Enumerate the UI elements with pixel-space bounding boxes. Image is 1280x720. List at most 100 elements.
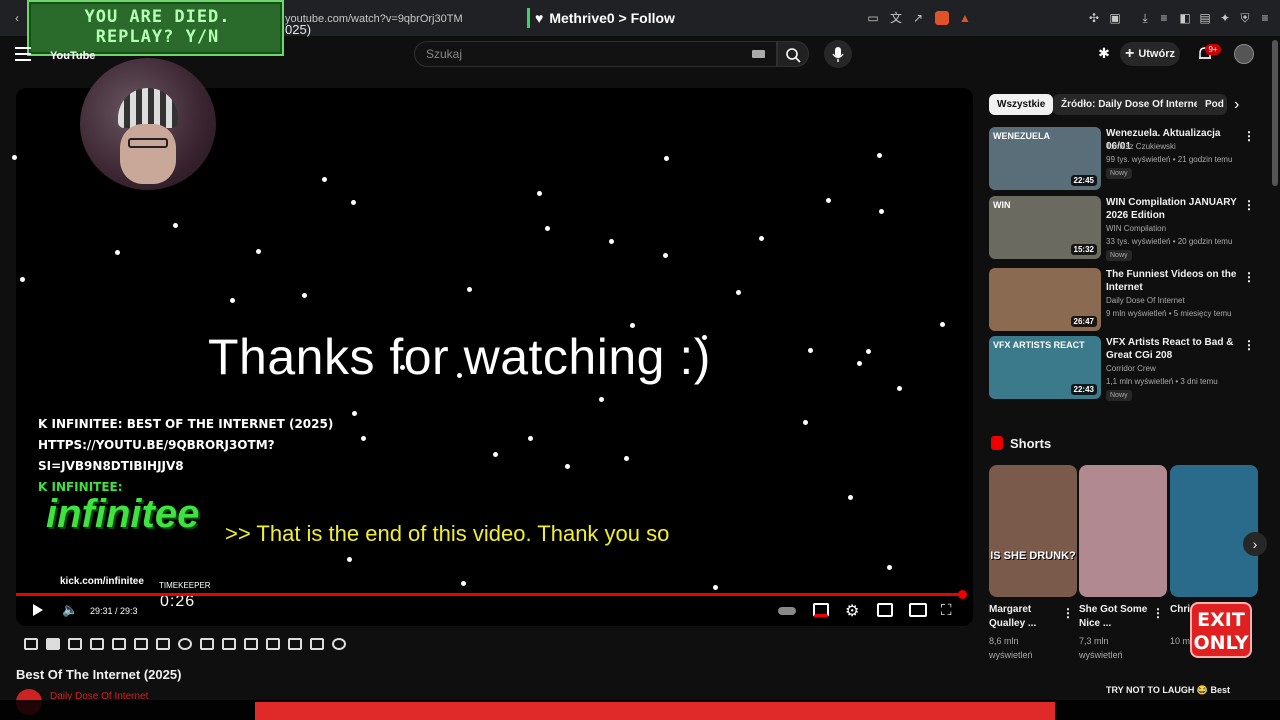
short-title[interactable]: Margaret Qualley ... bbox=[989, 603, 1059, 631]
translate-icon[interactable]: 文 bbox=[889, 11, 903, 25]
video-title[interactable]: VFX Artists React to Bad & Great CGi 208 bbox=[1106, 336, 1246, 362]
chip-all[interactable]: Wszystkie bbox=[989, 94, 1054, 115]
create-label: Utwórz bbox=[1138, 48, 1175, 60]
chevron-right-icon[interactable]: › bbox=[1234, 96, 1239, 114]
ext-settings-icon[interactable] bbox=[332, 638, 346, 650]
follow-banner[interactable]: ♥ Methrive0 > Follow bbox=[527, 8, 675, 28]
shorts-next-icon[interactable]: › bbox=[1243, 532, 1267, 556]
mirror-icon[interactable] bbox=[266, 638, 280, 650]
snowflake bbox=[940, 322, 945, 327]
search-icon bbox=[786, 48, 801, 63]
video-stats: 33 tys. wyświetleń • 20 godzin temu bbox=[1106, 237, 1233, 246]
channel-name[interactable]: Corridor Crew bbox=[1106, 364, 1156, 373]
snowflake bbox=[528, 436, 533, 441]
search-button[interactable] bbox=[777, 41, 809, 67]
subtitles-icon[interactable] bbox=[813, 603, 829, 617]
channel-name[interactable]: Daily Dose Of Internet bbox=[1106, 296, 1185, 305]
more-vert-icon[interactable]: ⋮ bbox=[1243, 198, 1255, 212]
film-icon[interactable] bbox=[90, 638, 104, 650]
screen-icon[interactable]: ▭ bbox=[866, 11, 880, 25]
stop-icon[interactable] bbox=[46, 638, 60, 650]
progress-fill bbox=[16, 593, 960, 596]
screenshot-icon[interactable] bbox=[288, 638, 302, 650]
shorts-section-title: Shorts bbox=[1010, 436, 1052, 451]
channel-name[interactable]: WIN Compilation bbox=[1106, 224, 1166, 233]
menu-icon[interactable]: ≡ bbox=[1258, 11, 1272, 25]
ai-icon[interactable]: ✦ bbox=[1218, 11, 1232, 25]
bottom-rec-title[interactable]: TRY NOT TO LAUGH 😂 Best bbox=[1106, 685, 1230, 696]
account-avatar[interactable] bbox=[1234, 44, 1254, 64]
video-thumbnail[interactable]: WIN 15:32 bbox=[989, 196, 1101, 259]
youtube-logo[interactable]: YouTube bbox=[50, 50, 95, 62]
snowflake bbox=[663, 253, 668, 258]
progress-bar[interactable] bbox=[16, 593, 962, 596]
share-icon[interactable]: ↗ bbox=[911, 11, 925, 25]
guide-menu-icon[interactable] bbox=[15, 47, 31, 61]
bookmarks-icon[interactable]: ≡ bbox=[1157, 11, 1171, 25]
video-thumbnail[interactable]: 26:47 bbox=[989, 268, 1101, 331]
voice-search-button[interactable] bbox=[824, 40, 852, 68]
more-vert-icon[interactable]: ⋮ bbox=[1062, 606, 1074, 620]
leo-icon[interactable]: ▤ bbox=[1198, 11, 1212, 25]
brave-shield-icon[interactable] bbox=[935, 11, 949, 25]
filter-icon[interactable] bbox=[156, 638, 170, 650]
create-button[interactable]: + Utwórz bbox=[1120, 42, 1180, 66]
video-title[interactable]: The Funniest Videos on the Internet bbox=[1106, 268, 1246, 294]
crop-icon[interactable] bbox=[134, 638, 148, 650]
popup-icon[interactable] bbox=[68, 638, 82, 650]
recommendation-item[interactable]: WIN 15:32 WIN Compilation JANUARY 2026 Edi… bbox=[989, 196, 1257, 261]
more-vert-icon[interactable]: ⋮ bbox=[1243, 338, 1255, 352]
play-button[interactable] bbox=[33, 604, 43, 616]
notifications-count: 9+ bbox=[1205, 44, 1221, 55]
speed-2-icon[interactable] bbox=[200, 638, 214, 650]
more-vert-icon[interactable]: ⋮ bbox=[1243, 270, 1255, 284]
extensions-icon[interactable]: ✣ bbox=[1087, 11, 1101, 25]
settings-icon[interactable]: ⚙ bbox=[845, 601, 859, 621]
more-vert-icon[interactable]: ⋮ bbox=[1152, 606, 1164, 620]
chip-partial[interactable]: Pod bbox=[1197, 94, 1227, 115]
brave-rewards-icon[interactable]: ▲ bbox=[958, 11, 972, 25]
keyboard-icon[interactable] bbox=[752, 50, 765, 58]
resize-icon[interactable] bbox=[222, 638, 236, 650]
more-vert-icon[interactable]: ⋮ bbox=[1243, 129, 1255, 143]
theater-mode-icon[interactable] bbox=[909, 603, 927, 617]
back-icon[interactable]: ‹ bbox=[10, 11, 24, 25]
keyboard-shortcut-icon[interactable] bbox=[310, 638, 324, 650]
cast-icon[interactable]: ✱ bbox=[1097, 46, 1111, 60]
overlay-url-line-1: HTTPS://YOUTU.BE/9QBRORJ3OTM? bbox=[38, 438, 275, 452]
video-thumbnail[interactable]: WENEZUELA 22:45 bbox=[989, 127, 1101, 190]
short-thumbnail[interactable] bbox=[1079, 465, 1167, 597]
end-screen-text: Thanks for watching :) bbox=[208, 329, 711, 385]
fullscreen-icon[interactable]: ⛶ bbox=[941, 602, 952, 619]
split-icon[interactable] bbox=[244, 638, 258, 650]
recommendation-item[interactable]: WENEZUELA 22:45 Wenezuela. Aktualizacja 06… bbox=[989, 127, 1257, 191]
recommendation-item[interactable]: 26:47 The Funniest Videos on the Internet… bbox=[989, 268, 1257, 332]
short-title[interactable]: She Got Some Nice ... bbox=[1079, 603, 1149, 631]
loop-icon[interactable] bbox=[24, 638, 38, 650]
chip-source[interactable]: Źródło: Daily Dose Of Internet bbox=[1053, 94, 1211, 115]
volume-icon[interactable]: 🔈 bbox=[62, 603, 78, 617]
short-thumbnail[interactable]: IS SHE DRUNK? bbox=[989, 465, 1077, 597]
caption-text: >> That is the end of this video. Thank … bbox=[225, 521, 670, 546]
kick-url: kick.com/infinitee bbox=[60, 576, 144, 587]
channel-name[interactable]: Tomasz Czukiewski bbox=[1106, 142, 1176, 151]
short-thumbnail[interactable] bbox=[1170, 465, 1258, 597]
wallet-icon[interactable]: ▣ bbox=[1108, 11, 1122, 25]
vpn-icon[interactable]: ⛨ bbox=[1238, 11, 1252, 25]
frame-icon[interactable] bbox=[112, 638, 126, 650]
shorts-icon bbox=[991, 436, 1003, 450]
video-title[interactable]: WIN Compilation JANUARY 2026 Edition bbox=[1106, 196, 1246, 222]
recommendation-item[interactable]: VFX ARTISTS REACT 22:43 VFX Artists React … bbox=[989, 336, 1257, 401]
miniplayer-icon[interactable] bbox=[877, 603, 893, 617]
autoplay-toggle[interactable] bbox=[778, 607, 796, 615]
page-scrollbar[interactable] bbox=[1272, 40, 1278, 186]
snowflake bbox=[256, 249, 261, 254]
video-thumbnail[interactable]: VFX ARTISTS REACT 22:43 bbox=[989, 336, 1101, 399]
download-icon[interactable]: ⤓ bbox=[1138, 11, 1152, 25]
progress-knob[interactable] bbox=[958, 590, 967, 599]
overlay-title-line: K INFINITEE: BEST OF THE INTERNET (2025) bbox=[38, 417, 334, 431]
address-bar[interactable]: youtube.com/watch?v=9qbrOrj30TM bbox=[285, 13, 463, 25]
search-input[interactable] bbox=[414, 41, 777, 67]
sidebar-icon[interactable]: ◧ bbox=[1178, 11, 1192, 25]
speed-icon[interactable] bbox=[178, 638, 192, 650]
